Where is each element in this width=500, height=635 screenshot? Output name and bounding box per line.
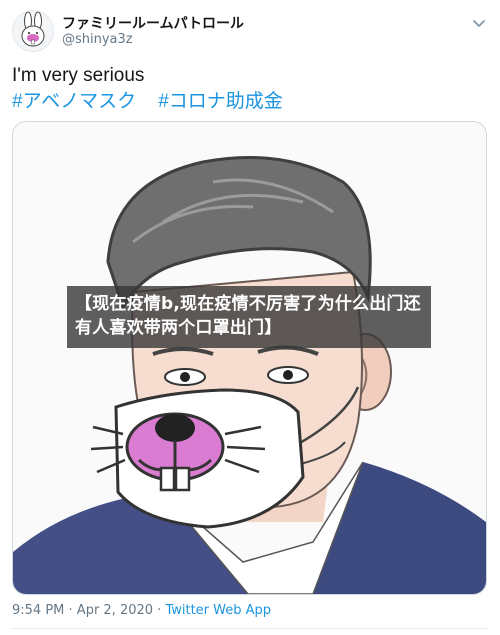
avatar[interactable] xyxy=(12,10,54,52)
tweet-text: I'm very serious xyxy=(12,65,145,86)
chevron-down-icon[interactable] xyxy=(470,14,488,32)
source-link[interactable]: Twitter Web App xyxy=(165,603,271,618)
tweet-header: ファミリールームパトロール @shinya3z xyxy=(12,10,488,54)
user-handle[interactable]: @shinya3z xyxy=(62,32,133,47)
separator: · xyxy=(64,603,77,618)
divider xyxy=(12,628,488,629)
rabbit-avatar-icon xyxy=(13,11,53,51)
overlay-caption: 【现在疫情b,现在疫情不厉害了为什么出门还有人喜欢带两个口罩出门】 xyxy=(67,286,431,348)
tweet-date[interactable]: Apr 2, 2020 xyxy=(77,603,153,618)
hashtag-link[interactable]: #アベノマスク xyxy=(12,91,136,112)
hashtag-list: #アベノマスク #コロナ助成金 xyxy=(12,90,488,114)
tweet-card: ファミリールームパトロール @shinya3z I'm very serious… xyxy=(0,0,500,635)
hashtag-link[interactable]: #コロナ助成金 xyxy=(158,91,283,112)
separator: · xyxy=(153,603,166,618)
tweet-image[interactable] xyxy=(12,121,487,595)
tweet-footer: 9:54 PM · Apr 2, 2020 · Twitter Web App xyxy=(12,603,271,618)
tweet-time[interactable]: 9:54 PM xyxy=(12,603,64,618)
display-name[interactable]: ファミリールームパトロール xyxy=(62,13,244,33)
caricature-illustration xyxy=(13,122,486,594)
